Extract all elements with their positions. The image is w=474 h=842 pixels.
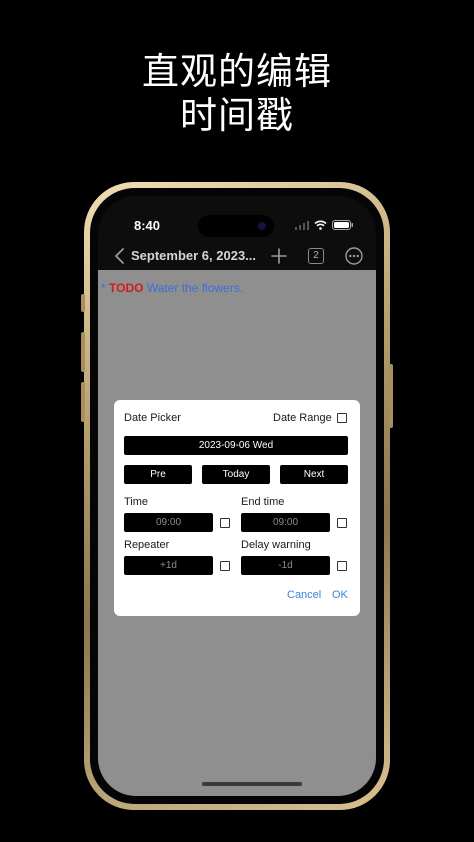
cancel-button[interactable]: Cancel [287, 589, 321, 601]
todo-line[interactable]: * TODO Water the flowers. [101, 281, 243, 295]
more-options-icon[interactable] [344, 246, 364, 266]
date-range-checkbox[interactable] [337, 413, 347, 423]
phone-bezel: 8:40 September 6, 2023... 2 * TODO Water… [90, 188, 384, 804]
repeater-label: Repeater [124, 539, 170, 551]
task-text: Water the flowers. [146, 281, 244, 295]
wifi-icon [314, 220, 327, 230]
add-icon[interactable] [270, 247, 288, 265]
repeater-checkbox[interactable] [220, 561, 230, 571]
time-label: Time [124, 496, 149, 508]
volume-down-button [81, 382, 85, 422]
dynamic-island [198, 215, 274, 237]
end-time-field[interactable]: 09:00 [241, 513, 330, 532]
heading-marker: * [101, 281, 106, 295]
back-chevron-icon[interactable] [112, 246, 128, 266]
date-picker-dialog: Date Picker Date Range 2023-09-06 Wed Pr… [114, 400, 360, 616]
home-indicator[interactable] [202, 782, 302, 786]
battery-icon [332, 220, 353, 230]
promo-line-2: 时间戳 [180, 94, 294, 137]
repeater-field[interactable]: +1d [124, 556, 213, 575]
status-icons [295, 220, 354, 230]
end-time-label: End time [241, 496, 285, 508]
date-range-label: Date Range [273, 412, 332, 424]
today-button[interactable]: Today [202, 465, 270, 484]
dialog-title: Date Picker [124, 412, 181, 424]
delay-warning-field[interactable]: -1d [241, 556, 330, 575]
end-time-checkbox[interactable] [337, 518, 347, 528]
time-checkbox[interactable] [220, 518, 230, 528]
nav-bar: September 6, 2023... 2 [98, 244, 376, 270]
status-time: 8:40 [134, 218, 161, 233]
time-field[interactable]: 09:00 [124, 513, 213, 532]
power-button [389, 364, 393, 428]
promo-line-1: 直观的编辑 [142, 50, 332, 93]
delay-warning-label: Delay warning [241, 539, 311, 551]
pages-count-badge[interactable]: 2 [308, 248, 324, 264]
next-button[interactable]: Next [280, 465, 348, 484]
mute-switch [81, 294, 85, 312]
todo-keyword: TODO [109, 281, 144, 295]
note-content[interactable]: * TODO Water the flowers. Date Picker Da… [98, 270, 376, 796]
volume-up-button [81, 332, 85, 372]
phone-screen: 8:40 September 6, 2023... 2 * TODO Water… [98, 196, 376, 796]
delay-warning-checkbox[interactable] [337, 561, 347, 571]
promo-headline: 直观的编辑 时间戳 [0, 50, 474, 138]
signal-icon [295, 220, 309, 230]
camera-icon [258, 222, 266, 230]
selected-date-button[interactable]: 2023-09-06 Wed [124, 436, 348, 455]
pre-button[interactable]: Pre [124, 465, 192, 484]
ok-button[interactable]: OK [332, 589, 348, 601]
phone-frame: 8:40 September 6, 2023... 2 * TODO Water… [81, 182, 393, 810]
nav-title[interactable]: September 6, 2023... [131, 248, 256, 263]
